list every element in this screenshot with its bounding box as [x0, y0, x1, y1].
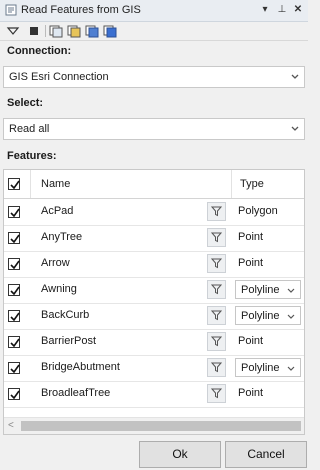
type-value: Point — [238, 387, 264, 399]
layers-icon[interactable] — [49, 24, 63, 38]
table-row[interactable]: Arrow Point — [4, 251, 304, 278]
column-header-name[interactable]: Name — [41, 178, 70, 190]
type-value: Polygon — [238, 205, 278, 217]
scrollbar-thumb[interactable] — [21, 421, 301, 431]
chevron-down-icon — [287, 312, 295, 324]
type-select[interactable]: Polyline — [235, 358, 301, 377]
layers-refresh-icon[interactable] — [103, 24, 117, 38]
type-value: Polyline — [241, 310, 280, 322]
filter-icon[interactable] — [207, 358, 226, 377]
filter-icon[interactable] — [207, 332, 226, 351]
type-value: Polyline — [241, 362, 280, 374]
features-grid: Name Type AcPad Polygon AnyTree Point Arrow P… — [3, 169, 305, 435]
window-title: Read Features from GIS — [21, 4, 141, 16]
connection-select[interactable]: GIS Esri Connection — [3, 66, 305, 88]
toolbar — [0, 22, 308, 41]
filter-icon[interactable] — [207, 254, 226, 273]
table-row[interactable]: AnyTree Point — [4, 225, 304, 252]
row-checkbox[interactable] — [8, 258, 20, 270]
filter-icon[interactable] — [207, 202, 226, 221]
column-header-type[interactable]: Type — [240, 178, 264, 190]
filter-icon[interactable] — [207, 384, 226, 403]
row-checkbox[interactable] — [8, 232, 20, 244]
filter-icon[interactable] — [207, 228, 226, 247]
close-icon[interactable]: ✕ — [291, 3, 305, 17]
stop-icon[interactable] — [27, 24, 41, 38]
type-select[interactable]: Polyline — [235, 306, 301, 325]
type-value: Polyline — [241, 284, 280, 296]
row-checkbox[interactable] — [8, 388, 20, 400]
cancel-button[interactable]: Cancel — [225, 441, 307, 468]
pin-icon[interactable]: ⊥ — [275, 3, 289, 17]
feature-name: BarrierPost — [41, 335, 97, 347]
type-select[interactable]: Polyline — [235, 280, 301, 299]
grid-header: Name Type — [4, 170, 304, 199]
select-value: Read all — [9, 123, 50, 135]
type-value: Point — [238, 335, 264, 347]
chevron-down-icon — [291, 74, 299, 79]
dropdown-arrow-icon[interactable]: ▾ — [258, 3, 272, 17]
features-label: Features: — [7, 150, 57, 162]
dialog-buttons: Ok Cancel — [0, 436, 308, 470]
feature-name: BridgeAbutment — [41, 361, 120, 373]
column-separator — [30, 170, 31, 198]
filter-icon[interactable] — [207, 280, 226, 299]
table-row[interactable]: BridgeAbutment Polyline — [4, 355, 304, 382]
type-value: Point — [238, 257, 264, 269]
row-checkbox[interactable] — [8, 310, 20, 322]
select-mode-select[interactable]: Read all — [3, 118, 305, 140]
connection-value: GIS Esri Connection — [9, 71, 109, 83]
type-value: Point — [238, 231, 264, 243]
feature-name: BackCurb — [41, 309, 90, 321]
feature-name: BroadleafTree — [41, 387, 111, 399]
table-row[interactable]: AcPad Polygon — [4, 199, 304, 226]
scroll-left-icon[interactable]: < — [8, 420, 14, 431]
column-separator — [231, 170, 232, 198]
row-checkbox[interactable] — [8, 284, 20, 296]
row-checkbox[interactable] — [8, 206, 20, 218]
table-row[interactable]: BarrierPost Point — [4, 329, 304, 356]
app-icon — [5, 4, 17, 16]
layers-check-icon[interactable] — [85, 24, 99, 38]
table-row[interactable]: BackCurb Polyline — [4, 303, 304, 330]
filter-icon[interactable] — [207, 306, 226, 325]
feature-name: Arrow — [41, 257, 70, 269]
feature-name: AcPad — [41, 205, 74, 217]
table-row[interactable]: Awning Polyline — [4, 277, 304, 304]
chevron-down-icon — [287, 364, 295, 376]
select-label: Select: — [7, 97, 44, 109]
toolbar-separator — [45, 25, 46, 37]
feature-name: AnyTree — [41, 231, 83, 243]
table-row[interactable]: BroadleafTree Point — [4, 381, 304, 408]
feature-name: Awning — [41, 283, 77, 295]
filter-down-icon[interactable] — [6, 24, 20, 38]
title-bar: Read Features from GIS ▾ ⊥ ✕ — [0, 0, 308, 22]
chevron-down-icon — [287, 286, 295, 298]
select-all-checkbox[interactable] — [8, 178, 20, 190]
connection-label: Connection: — [7, 45, 72, 57]
row-checkbox[interactable] — [8, 336, 20, 348]
row-checkbox[interactable] — [8, 362, 20, 374]
ok-button[interactable]: Ok — [139, 441, 221, 468]
chevron-down-icon — [291, 126, 299, 131]
horizontal-scrollbar[interactable]: < — [4, 417, 304, 434]
layers-blue-icon[interactable] — [67, 24, 81, 38]
